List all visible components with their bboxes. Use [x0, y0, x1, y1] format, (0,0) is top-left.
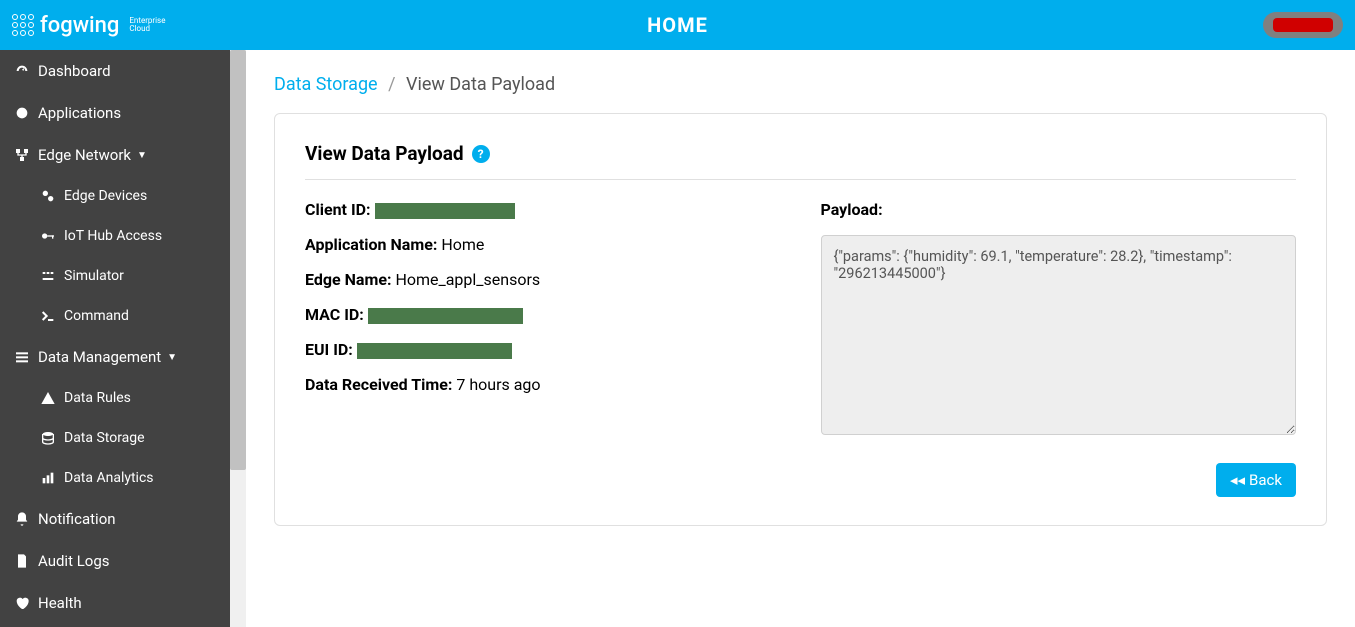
logo-dots-icon [12, 14, 34, 36]
sidebar-item-label: Health [38, 594, 82, 612]
sidebar-item-edge-devices[interactable]: Edge Devices [0, 176, 230, 216]
field-client-id: Client ID: [305, 200, 781, 219]
edge-name-value: Home_appl_sensors [395, 270, 540, 289]
payload-textarea[interactable] [821, 235, 1297, 435]
card-title-text: View Data Payload [305, 142, 464, 165]
bell-icon [14, 511, 38, 527]
dashes-icon [40, 268, 64, 284]
terminal-icon [40, 308, 64, 324]
recv-time-label: Data Received Time: [305, 375, 452, 394]
help-icon[interactable]: ? [472, 145, 490, 163]
card-title: View Data Payload ? [305, 142, 1296, 180]
user-name-redacted [1273, 18, 1333, 32]
sidebar-item-label: IoT Hub Access [64, 228, 162, 244]
sidebar-item-label: Applications [38, 104, 121, 122]
scrollbar-thumb[interactable] [230, 50, 246, 470]
edge-name-label: Edge Name: [305, 270, 391, 289]
back-button[interactable]: ◂◂ Back [1216, 463, 1296, 497]
sidebar-item-label: Data Analytics [64, 470, 154, 486]
client-id-label: Client ID: [305, 200, 371, 219]
details-column: Client ID: Application Name: Home Edge N… [305, 200, 781, 439]
sidebar-item-applications[interactable]: Applications [0, 92, 230, 134]
field-payload: Payload: [821, 200, 1297, 219]
sidebar-item-label: Simulator [64, 268, 124, 284]
sidebar-item-label: Audit Logs [38, 552, 110, 570]
rewind-icon: ◂◂ [1230, 471, 1245, 489]
sidebar-item-data-rules[interactable]: Data Rules [0, 378, 230, 418]
breadcrumb-root[interactable]: Data Storage [274, 74, 378, 95]
eui-id-value-redacted [357, 343, 512, 359]
heart-icon [14, 595, 38, 611]
sidebar-item-dashboard[interactable]: Dashboard [0, 50, 230, 92]
brand-logo[interactable]: fogwing EnterpriseCloud [12, 13, 165, 38]
sidebar-item-data-analytics[interactable]: Data Analytics [0, 458, 230, 498]
sidebar-item-audit-logs[interactable]: Audit Logs [0, 540, 230, 582]
chart-icon [40, 470, 64, 486]
key-icon [40, 228, 64, 244]
mac-id-value-redacted [368, 308, 523, 324]
circle-icon [14, 105, 38, 121]
list-icon [14, 349, 38, 365]
sidebar-item-data-management[interactable]: Data Management ▼ [0, 336, 230, 378]
breadcrumb: Data Storage / View Data Payload [274, 74, 1327, 95]
payload-column: Payload: [821, 200, 1297, 439]
sidebar-item-health[interactable]: Health [0, 582, 230, 624]
app-name-value: Home [441, 235, 484, 254]
user-menu[interactable] [1263, 12, 1343, 38]
warn-icon [40, 390, 64, 406]
field-eui-id: EUI ID: [305, 340, 781, 359]
sidebar-item-label: Dashboard [38, 62, 111, 80]
sidebar: Dashboard Applications Edge Network ▼ Ed… [0, 50, 230, 627]
payload-card: View Data Payload ? Client ID: Applicati… [274, 113, 1327, 526]
sidebar-item-data-storage[interactable]: Data Storage [0, 418, 230, 458]
cogs-icon [40, 188, 64, 204]
sidebar-item-label: Edge Devices [64, 188, 147, 204]
field-received-time: Data Received Time: 7 hours ago [305, 375, 781, 394]
sidebar-item-label: Command [64, 308, 129, 324]
sidebar-item-label: Notification [38, 510, 116, 528]
back-button-label: Back [1249, 471, 1282, 489]
sidebar-item-iot-hub[interactable]: IoT Hub Access [0, 216, 230, 256]
payload-label: Payload: [821, 200, 883, 219]
document-icon [14, 553, 38, 569]
sidebar-item-label: Data Rules [64, 390, 131, 406]
mac-id-label: MAC ID: [305, 305, 364, 324]
field-application-name: Application Name: Home [305, 235, 781, 254]
recv-time-value: 7 hours ago [456, 375, 540, 394]
gauge-icon [14, 63, 38, 79]
eui-id-label: EUI ID: [305, 340, 353, 359]
client-id-value-redacted [375, 203, 515, 219]
sidebar-item-notification[interactable]: Notification [0, 498, 230, 540]
sidebar-item-simulator[interactable]: Simulator [0, 256, 230, 296]
sidebar-item-label: Data Storage [64, 430, 145, 446]
field-edge-name: Edge Name: Home_appl_sensors [305, 270, 781, 289]
sidebar-item-label: Data Management [38, 348, 161, 366]
topbar: fogwing EnterpriseCloud HOME [0, 0, 1355, 50]
sidebar-item-edge-network[interactable]: Edge Network ▼ [0, 134, 230, 176]
network-icon [14, 147, 38, 163]
brand-sub: EnterpriseCloud [125, 17, 165, 33]
database-icon [40, 430, 64, 446]
breadcrumb-separator: / [388, 74, 395, 95]
page-heading: HOME [647, 13, 708, 37]
breadcrumb-current: View Data Payload [406, 74, 555, 95]
field-mac-id: MAC ID: [305, 305, 781, 324]
brand-name: fogwing [40, 13, 119, 38]
main-content: Data Storage / View Data Payload View Da… [246, 50, 1355, 627]
sidebar-item-command[interactable]: Command [0, 296, 230, 336]
caret-down-icon: ▼ [167, 352, 177, 363]
sidebar-scrollbar[interactable] [230, 50, 246, 627]
app-name-label: Application Name: [305, 235, 437, 254]
caret-down-icon: ▼ [137, 150, 147, 161]
sidebar-item-label: Edge Network [38, 146, 131, 164]
